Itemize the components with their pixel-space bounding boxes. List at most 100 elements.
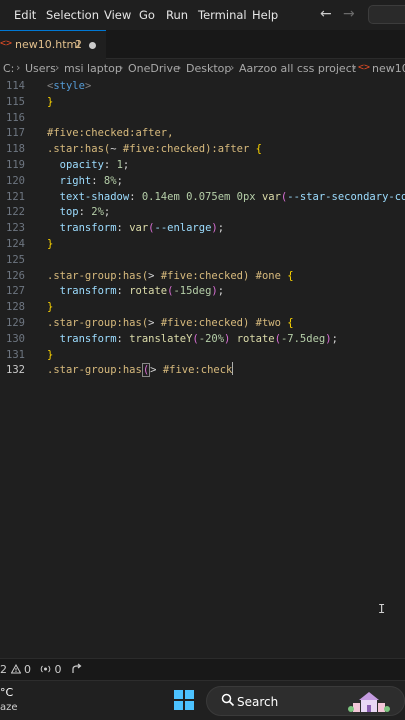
line-number: 128 (6, 301, 25, 314)
code-token: ( (141, 363, 151, 378)
breadcrumb: C: › Users › msi laptop › OneDrive › Des… (0, 59, 405, 78)
menu-terminal[interactable]: Terminal (198, 8, 247, 22)
code-token: text-shadow (47, 190, 130, 203)
breadcrumb-desktop[interactable]: Desktop (186, 62, 231, 75)
code-token: #five:checked (160, 269, 243, 282)
line-number: 121 (6, 190, 25, 203)
code-token: } (47, 301, 54, 314)
code-token: .star-group:has (47, 364, 142, 377)
line-number: 131 (6, 348, 25, 361)
breadcrumb-users[interactable]: Users (25, 62, 56, 75)
code-token: ; (331, 332, 338, 345)
code-editor[interactable]: 114 <style> 115} 116 117 #five:checked:afte… (0, 78, 405, 658)
code-line: 122 top: 2%; (0, 204, 405, 220)
html-file-icon: <> (0, 38, 13, 49)
taskbar: °C aze Search (0, 680, 405, 720)
code-token: ) (224, 332, 237, 345)
tab-bar: <> new10.html 2 (0, 30, 405, 59)
code-text: text-shadow: 0.14em 0.075em 0px var(--st… (47, 189, 405, 205)
breadcrumb-file[interactable]: new10.ht (372, 62, 405, 75)
line-number: 118 (6, 143, 25, 156)
unsaved-dot-icon[interactable] (89, 42, 96, 49)
back-arrow-icon[interactable]: ← (320, 6, 332, 22)
taskbar-search-box[interactable]: Search (206, 686, 405, 716)
forward-arrow-icon[interactable]: → (343, 6, 355, 22)
code-text: right: 8%; (47, 173, 123, 189)
breadcrumb-project-folder[interactable]: Aarzoo all css project (239, 62, 356, 75)
code-line: 121 text-shadow: 0.14em 0.075em 0px var(… (0, 189, 405, 205)
code-token: translateY (129, 332, 193, 345)
tab-new10-html[interactable]: <> new10.html 2 (0, 30, 106, 59)
weather-temperature[interactable]: °C (0, 686, 13, 699)
warning-count: 0 (24, 663, 31, 676)
code-token: 0.14em 0.075em 0px (141, 190, 262, 203)
status-errors[interactable]: 2 0 (0, 663, 31, 676)
code-token: : (116, 222, 130, 235)
chevron-right-icon: › (177, 61, 182, 74)
code-token: ; (217, 222, 225, 235)
error-count: 2 (0, 663, 7, 676)
live-share-icon[interactable] (72, 663, 84, 677)
code-token: -7.5deg (280, 332, 326, 345)
code-line: 118 .star:has(~ #five:checked):after { (0, 141, 405, 157)
code-token: ):after (205, 143, 256, 156)
code-token: opacity (47, 159, 104, 171)
line-number: 126 (6, 269, 25, 282)
code-line: 124} (0, 236, 405, 252)
code-line: 119 opacity: 1; (0, 157, 405, 173)
code-token: transform (47, 222, 117, 235)
breadcrumb-msi-laptop[interactable]: msi laptop (64, 62, 122, 75)
code-token: transform (47, 332, 117, 345)
code-token: 2% (91, 206, 104, 219)
status-ports[interactable]: 0 (40, 663, 62, 676)
code-token: > (148, 317, 161, 329)
code-token: : (129, 190, 142, 203)
code-text: <style> (47, 80, 92, 92)
code-token: .star-group:has( (47, 317, 149, 329)
code-text: #five:checked:after, (47, 125, 173, 141)
code-token: rotate (236, 332, 275, 345)
menu-help[interactable]: Help (252, 8, 278, 22)
code-token: --enlarge (154, 222, 212, 235)
line-number: 120 (6, 174, 25, 187)
tab-problem-count: 2 (75, 38, 82, 51)
line-number: 122 (6, 206, 25, 219)
code-token: #five:checked (160, 317, 243, 329)
code-token: : (116, 285, 130, 298)
code-text: .star-group:has(> #five:checked) #two { (47, 315, 294, 331)
line-number: 124 (6, 238, 25, 250)
breadcrumb-drive[interactable]: C: (3, 62, 14, 75)
code-line: 123 transform: var(--enlarge); (0, 220, 405, 236)
command-center[interactable] (368, 5, 405, 24)
code-text: .star:has(~ #five:checked):after { (47, 141, 262, 157)
code-text: } (47, 347, 53, 363)
code-line: 117 #five:checked:after, (0, 125, 405, 141)
code-token: -15deg (173, 285, 212, 298)
code-line: 120 right: 8%; (0, 173, 405, 189)
chevron-right-icon: › (230, 61, 235, 74)
code-text: transform: var(--enlarge); (47, 220, 224, 236)
code-token: ) #one (243, 269, 288, 282)
menu-run[interactable]: Run (166, 8, 188, 22)
code-token: : (78, 206, 92, 219)
caret (232, 362, 234, 376)
code-token: ; (116, 174, 123, 187)
chevron-right-icon: › (119, 61, 124, 74)
menu-view[interactable]: View (104, 8, 131, 22)
share-arrow-icon (72, 663, 82, 673)
breadcrumb-onedrive[interactable]: OneDrive (128, 62, 180, 75)
code-token: { (287, 269, 294, 282)
code-token: { (287, 317, 294, 329)
code-token: top (47, 206, 79, 219)
weather-condition[interactable]: aze (0, 702, 18, 713)
code-token: #five:check (162, 364, 233, 377)
code-text: top: 2%; (47, 204, 111, 220)
menu-edit[interactable]: Edit (14, 8, 36, 22)
code-token: } (47, 238, 54, 250)
code-token: .star:has( (47, 143, 111, 156)
windows-start-icon[interactable] (174, 690, 194, 710)
code-token: : (103, 159, 117, 171)
menu-go[interactable]: Go (139, 8, 155, 22)
menu-selection[interactable]: Selection (46, 8, 99, 22)
code-token: > (150, 364, 163, 377)
